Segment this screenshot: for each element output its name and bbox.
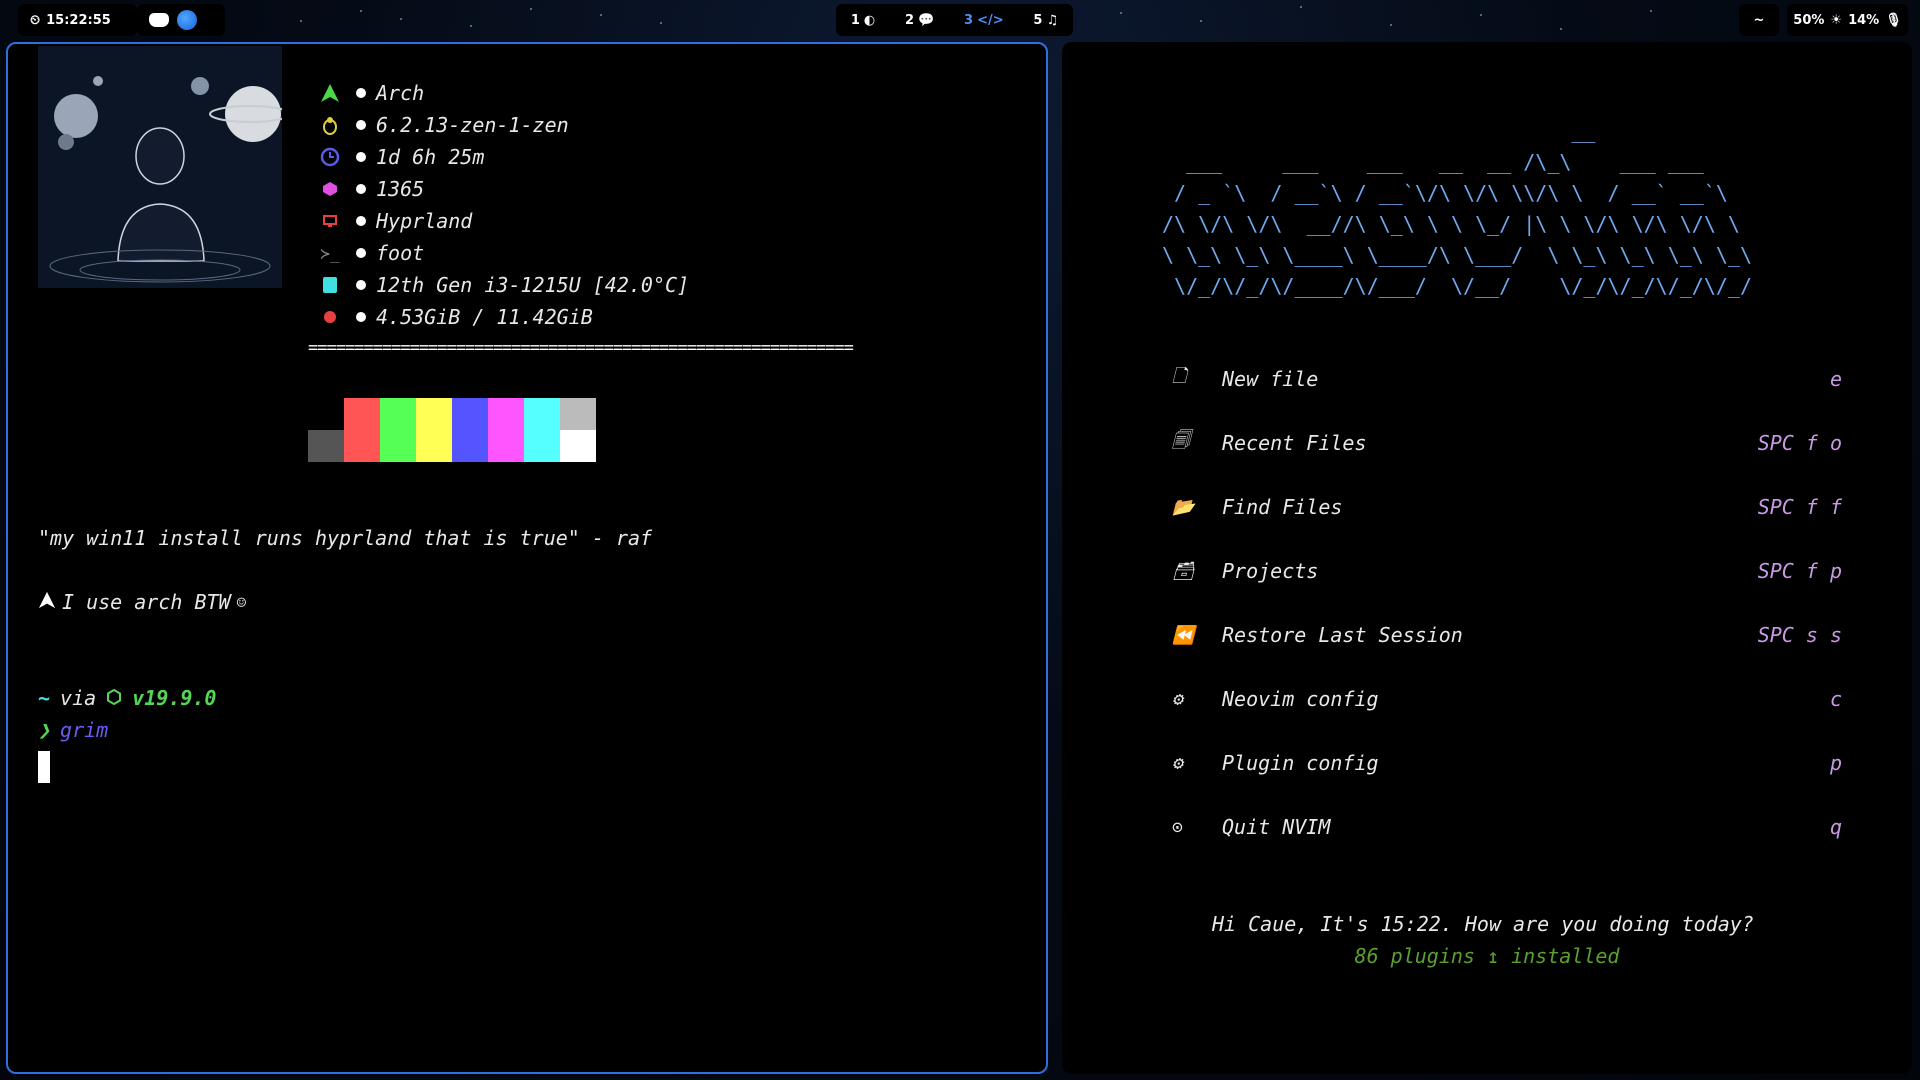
archive-icon: 🗃 (1172, 560, 1195, 582)
workspace-1[interactable]: 1 ◐ (851, 13, 875, 28)
menu-recent-files[interactable]: 🗐 Recent Files SPC f o (1172, 426, 1842, 460)
workspace-switcher: 1 ◐ 2 💬 3 </> 5 ♫ (836, 4, 1073, 36)
discord-icon[interactable] (149, 13, 169, 27)
cpu-icon (316, 275, 344, 295)
color-palette (308, 398, 596, 462)
menu-find-files[interactable]: 📂 Find Files SPC f f (1172, 490, 1842, 524)
files-icon: 🗐 (1172, 430, 1190, 451)
menu-projects[interactable]: 🗃 Projects SPC f p (1172, 554, 1842, 588)
code-icon: </> (977, 12, 1004, 28)
folder-open-icon: 📂 (1172, 496, 1195, 518)
quote-text: "my win11 install runs hyprland that is … (38, 526, 653, 550)
chat-icon: 💬 (918, 12, 935, 28)
music-icon: ♫ (1046, 12, 1059, 28)
workspace-5[interactable]: 5 ♫ (1033, 13, 1058, 28)
arch-icon (316, 83, 344, 103)
menu-restore-session[interactable]: ⏪ Restore Last Session SPC s s (1172, 618, 1842, 652)
gear-icon: ⚙ (1172, 752, 1183, 774)
clock-icon (316, 147, 344, 167)
browser-icon[interactable] (177, 10, 197, 30)
prompt-dir: ~ (38, 686, 51, 710)
workspace-2[interactable]: 2 💬 (905, 13, 934, 28)
prompt-symbol: ❯ (38, 718, 51, 742)
nvim-logo: __ ___ ___ ___ __ __ /\_\ ___ ___ / _ `\… (1162, 119, 1753, 298)
file-icon: 🗋 (1172, 366, 1187, 387)
clock-widget: ⏲ 15:22:55 (18, 4, 137, 36)
menu-neovim-config[interactable]: ⚙ Neovim config c (1172, 682, 1842, 716)
arch-icon (38, 590, 56, 614)
home-dir-widget[interactable]: ~ (1739, 4, 1779, 36)
prompt-line[interactable]: ❯ grim (38, 718, 108, 742)
fetch-uptime-row: 1d 6h 25m (316, 142, 484, 172)
menu-plugin-config[interactable]: ⚙ Plugin config p (1172, 746, 1842, 780)
gear-icon: ⚙ (1172, 688, 1183, 710)
tray-apps (137, 4, 225, 36)
clock-icon: ⏲ (30, 12, 41, 28)
fetch-separator: ========================================… (308, 338, 854, 358)
rewind-icon: ⏪ (1172, 624, 1195, 646)
fetch-memory-row: 4.53GiB / 11.42GiB (316, 302, 593, 332)
nvim-window[interactable]: __ ___ ___ ___ __ __ /\_\ ___ ___ / _ `\… (1062, 42, 1912, 1074)
terminal-cursor (38, 751, 50, 783)
nodejs-icon (106, 686, 122, 710)
prompt-info: ~ via v19.9.0 (38, 686, 216, 710)
btw-line: I use arch BTW ☺ (38, 590, 246, 614)
clock-time: 15:22:55 (46, 12, 111, 28)
linux-icon (316, 115, 344, 135)
command-text: grim (60, 718, 109, 742)
fetch-kernel-row: 6.2.13-zen-1-zen (316, 110, 569, 140)
brightness-icon: ☀ (1830, 12, 1843, 28)
fetch-artwork (38, 46, 282, 288)
package-icon (316, 181, 344, 197)
terminal-window[interactable]: Arch 6.2.13-zen-1-zen 1d 6h 25m 1365 Hyp… (6, 42, 1048, 1074)
nvim-greeting: Hi Caue, It's 15:22. How are you doing t… (1212, 912, 1754, 936)
menu-quit-nvim[interactable]: ⊙ Quit NVIM q (1172, 810, 1842, 844)
monitor-icon (316, 213, 344, 229)
ghost-icon: ☺ (236, 592, 247, 612)
menu-new-file[interactable]: 🗋 New file e (1172, 362, 1842, 396)
brightness-value: 14% (1848, 12, 1880, 28)
fetch-packages-row: 1365 (316, 174, 424, 204)
status-widget: 50% ☀ 14% 🎙 (1787, 4, 1908, 36)
prompt-via: via (60, 686, 97, 710)
fetch-wm-row: Hyprland (316, 206, 472, 236)
terminal-icon: ≻_ (320, 243, 340, 263)
node-version: v19.9.0 (132, 686, 217, 710)
fetch-terminal-row: ≻_ foot (316, 238, 424, 268)
moon-icon: ◐ (863, 12, 876, 28)
volume-value: 50% (1793, 12, 1825, 28)
microphone-icon[interactable]: 🎙 (1885, 13, 1902, 28)
power-icon: ⊙ (1172, 816, 1183, 838)
nvim-plugins-count: 86 plugins ↥ installed (1354, 944, 1620, 968)
fetch-cpu-row: 12th Gen i3-1215U [42.0°C] (316, 270, 689, 300)
memory-icon (316, 310, 344, 324)
fetch-os-row: Arch (316, 78, 424, 108)
workspace-3[interactable]: 3 </> (964, 13, 1004, 28)
